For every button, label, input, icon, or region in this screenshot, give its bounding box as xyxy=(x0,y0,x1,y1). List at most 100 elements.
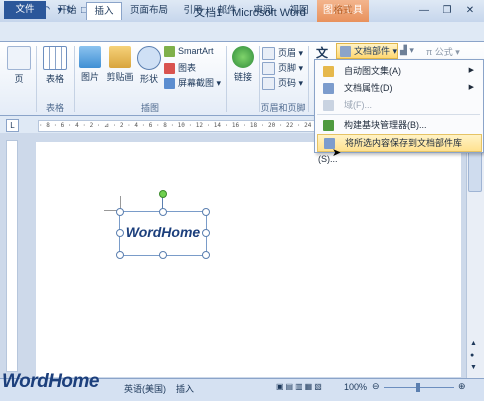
resize-handle-icon[interactable] xyxy=(202,208,210,216)
page-icon xyxy=(7,46,31,70)
tab-view[interactable]: 视图 xyxy=(284,2,314,19)
menu-item-label: 域(F)... xyxy=(344,100,372,110)
scrollbar-thumb[interactable] xyxy=(468,150,482,192)
maximize-icon[interactable]: ❐ xyxy=(437,3,457,18)
tab-file[interactable]: 文件 xyxy=(4,1,46,19)
previous-page-icon[interactable]: ▲ xyxy=(470,340,477,347)
ribbon-separator xyxy=(308,46,309,112)
page-label: 页 xyxy=(14,74,24,84)
link-button[interactable]: 链接 xyxy=(230,46,256,83)
building-blocks-icon xyxy=(323,120,334,132)
footer-icon xyxy=(262,62,275,76)
footer-button[interactable]: 页脚 ▾ xyxy=(262,61,303,76)
link-label: 链接 xyxy=(233,72,252,82)
zoom-out-icon[interactable]: ⊖ xyxy=(372,381,380,392)
submenu-arrow-icon: ▶ xyxy=(468,67,474,74)
document-property-icon xyxy=(323,83,334,95)
resize-handle-icon[interactable] xyxy=(202,251,210,259)
clipart-icon xyxy=(109,46,131,68)
menu-item-save-selection-to-gallery[interactable]: 将所选内容保存到文档部件库(S)... xyxy=(317,134,482,164)
autotext-icon xyxy=(323,66,334,78)
formula-label: 公式 xyxy=(434,47,453,57)
page-number-button[interactable]: 页码 ▾ xyxy=(262,76,303,91)
resize-handle-icon[interactable] xyxy=(116,251,124,259)
wordhome-watermark: WordHome xyxy=(2,371,99,392)
chart-label: 图表 xyxy=(178,63,197,73)
tab-review[interactable]: 审阅 xyxy=(248,2,278,19)
quick-parts-label: 文档部件 xyxy=(354,46,391,56)
group-table-label: 表格 xyxy=(45,103,64,113)
signature-button[interactable]: ▟ ▾ xyxy=(400,45,414,56)
zoom-level[interactable]: 100% xyxy=(344,382,367,392)
rotate-handle-icon[interactable] xyxy=(159,190,167,198)
table-button[interactable]: 表格 xyxy=(40,46,70,85)
field-icon xyxy=(323,100,334,112)
screenshot-label: 屏幕截图 xyxy=(178,78,215,88)
shapes-button[interactable]: 形状 xyxy=(136,46,162,85)
submenu-arrow-icon: ▶ xyxy=(468,84,474,91)
mouse-cursor-icon: ➤ xyxy=(332,147,342,159)
view-buttons[interactable]: ▣▤▥▦▧ xyxy=(276,382,338,391)
smartart-icon xyxy=(164,46,175,58)
close-icon[interactable]: ✕ xyxy=(460,3,480,18)
quick-parts-button[interactable]: 文档部件 ▾ xyxy=(336,43,398,59)
menu-item-document-property[interactable]: 文档属性(D) ▶ xyxy=(317,80,480,96)
quick-parts-icon xyxy=(340,46,351,58)
picture-icon xyxy=(79,46,101,68)
screenshot-icon xyxy=(164,78,175,90)
tab-home[interactable]: 开始 xyxy=(52,2,82,19)
smartart-label: SmartArt xyxy=(178,46,214,56)
language-status[interactable]: 英语(美国) xyxy=(124,382,166,395)
zoom-in-icon[interactable]: ⊕ xyxy=(458,381,466,392)
quick-parts-menu: 自动图文集(A) ▶ 文档属性(D) ▶ 域(F)... 构建基块管理器(B)...… xyxy=(314,59,484,164)
resize-handle-icon[interactable] xyxy=(159,208,167,216)
menu-item-field[interactable]: 域(F)... xyxy=(317,97,480,113)
smartart-button[interactable]: SmartArt xyxy=(164,46,214,58)
zoom-slider-thumb[interactable] xyxy=(416,383,420,392)
resize-handle-icon[interactable] xyxy=(116,208,124,216)
header-button[interactable]: 页眉 ▾ xyxy=(262,46,303,61)
menu-item-label: 文档属性(D) xyxy=(344,83,393,93)
tab-stop-selector[interactable]: L xyxy=(6,119,19,132)
table-icon xyxy=(43,46,67,70)
page-button[interactable]: 页 xyxy=(6,46,32,85)
minimize-icon[interactable]: — xyxy=(414,3,434,18)
group-header-footer-label: 页眉和页脚 xyxy=(260,103,306,113)
footer-label: 页脚 xyxy=(278,63,297,73)
tab-page-layout[interactable]: 页面布局 xyxy=(124,2,174,19)
menu-item-label: 自动图文集(A) xyxy=(344,66,401,76)
formula-button[interactable]: π 公式 ▾ xyxy=(426,45,460,58)
group-illustrations-label: 插图 xyxy=(140,103,159,113)
screenshot-button[interactable]: 屏幕截图 ▾ xyxy=(164,76,221,90)
table-label: 表格 xyxy=(45,74,64,84)
ribbon-tabs xyxy=(0,22,484,42)
tab-insert[interactable]: 插入 xyxy=(86,2,122,20)
insert-mode-status[interactable]: 插入 xyxy=(176,382,194,395)
tab-format[interactable]: 格式 xyxy=(325,2,361,19)
clipart-label: 剪贴画 xyxy=(106,72,134,82)
clipart-button[interactable]: 剪贴画 xyxy=(104,46,136,83)
wordhome-logo-image[interactable]: WordHome xyxy=(121,224,205,240)
picture-label: 图片 xyxy=(80,72,99,82)
tab-mailings[interactable]: 邮件 xyxy=(212,2,242,19)
document-page[interactable] xyxy=(36,142,461,377)
menu-item-building-blocks-organizer[interactable]: 构建基块管理器(B)... xyxy=(317,117,480,133)
header-label: 页眉 xyxy=(278,48,297,58)
shapes-label: 形状 xyxy=(139,74,158,84)
ribbon-separator xyxy=(226,46,227,112)
link-icon xyxy=(232,46,254,68)
menu-divider xyxy=(317,114,480,115)
resize-handle-icon[interactable] xyxy=(159,251,167,259)
page-number-icon xyxy=(262,77,275,91)
textbox-label: 文 xyxy=(315,46,328,60)
ribbon-separator xyxy=(74,46,75,112)
chart-button[interactable]: 图表 xyxy=(164,61,197,75)
vertical-ruler xyxy=(6,140,18,372)
browse-object-icon[interactable]: ● xyxy=(470,352,474,359)
picture-button[interactable]: 图片 xyxy=(77,46,103,83)
tab-references[interactable]: 引用 xyxy=(178,2,208,19)
shapes-icon xyxy=(137,46,161,70)
page-number-label: 页码 xyxy=(278,78,297,88)
menu-item-autotext[interactable]: 自动图文集(A) ▶ xyxy=(317,63,480,79)
next-page-icon[interactable]: ▼ xyxy=(470,364,477,371)
